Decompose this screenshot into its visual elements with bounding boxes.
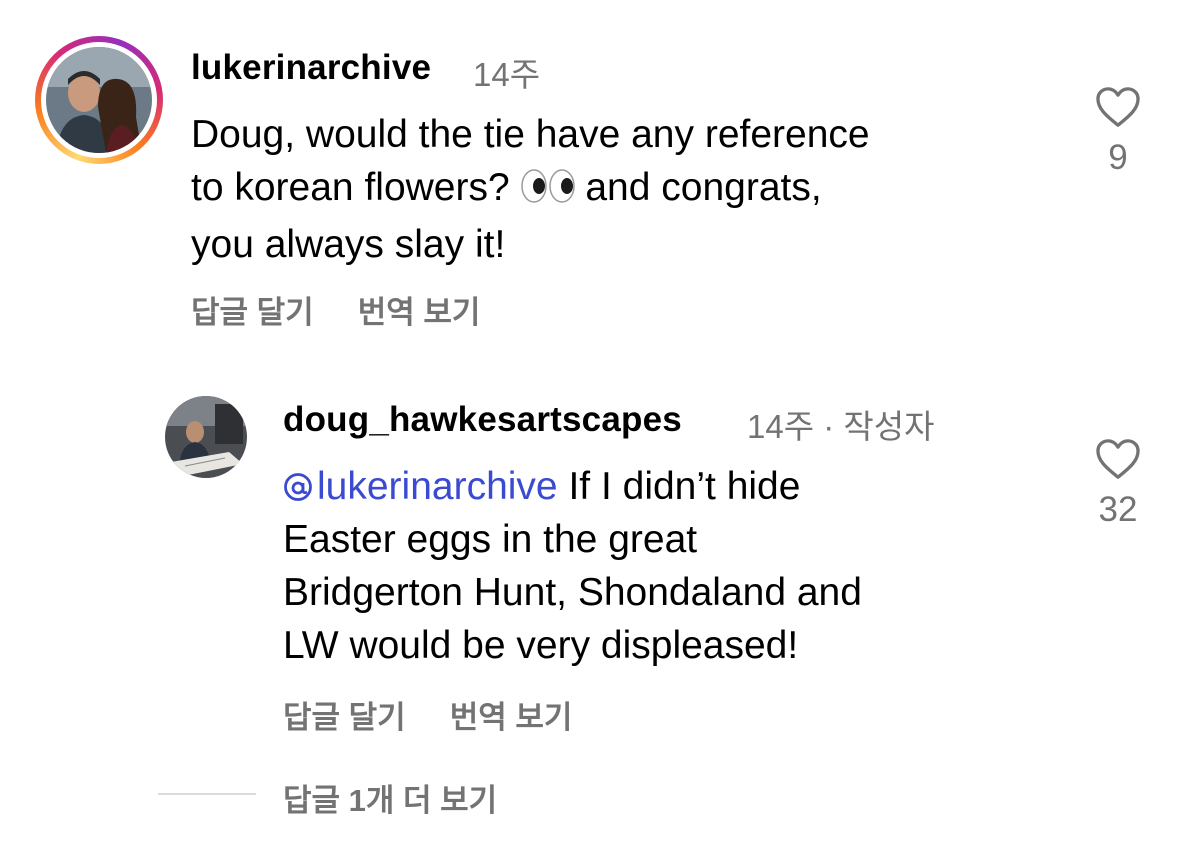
heart-outline-icon[interactable] (1095, 438, 1141, 480)
comment-text: lukerinarchive If I didn’t hide Easter e… (283, 460, 1063, 672)
comment-actions: 답글 달기 번역 보기 (283, 692, 616, 737)
like-count: 32 (1098, 490, 1138, 529)
eyes-emoji (520, 165, 575, 218)
comment-text-line: LW would be very displeased! (283, 624, 799, 667)
avatar (46, 47, 152, 153)
comment-actions: 답글 달기 번역 보기 (191, 287, 524, 332)
threads-at-icon (284, 473, 312, 501)
see-translation-button[interactable]: 번역 보기 (450, 700, 573, 735)
divider-line (158, 793, 256, 795)
view-more-replies-button[interactable]: 답글 1개 더 보기 (283, 775, 497, 820)
reply-button[interactable]: 답글 달기 (283, 700, 406, 735)
comment-text-line: lukerinarchive If I didn’t hide (283, 460, 1063, 513)
mention-link[interactable]: lukerinarchive (283, 465, 558, 508)
like-count: 9 (1108, 138, 1128, 177)
like-control: 32 (1088, 438, 1148, 530)
reply-button[interactable]: 답글 달기 (191, 295, 314, 330)
avatar[interactable] (165, 396, 247, 478)
author-badge: 작성자 (843, 408, 935, 445)
comment-text-line: Bridgerton Hunt, Shondaland and (283, 571, 862, 614)
comment-text: Doug, would the tie have any reference t… (191, 108, 1071, 271)
comment-text-line: Doug, would the tie have any reference (191, 113, 870, 156)
avatar-story-ring[interactable] (35, 36, 163, 164)
see-translation-button[interactable]: 번역 보기 (358, 295, 481, 330)
heart-outline-icon[interactable] (1095, 86, 1141, 128)
comment-text-line: you always slay it! (191, 223, 506, 266)
comment-text-line: Easter eggs in the great (283, 518, 698, 561)
meta-separator: · (823, 408, 835, 445)
like-control: 9 (1088, 86, 1148, 178)
comment-text-line: to korean flowers? and congrats, (191, 161, 1071, 218)
comment-username[interactable]: lukerinarchive (191, 48, 431, 88)
comment-timestamp: 14주 (747, 408, 815, 445)
comment-username[interactable]: doug_hawkesartscapes (283, 400, 682, 440)
comment-meta: 14주 · 작성자 (747, 400, 935, 448)
comment-timestamp: 14주 (473, 56, 541, 93)
